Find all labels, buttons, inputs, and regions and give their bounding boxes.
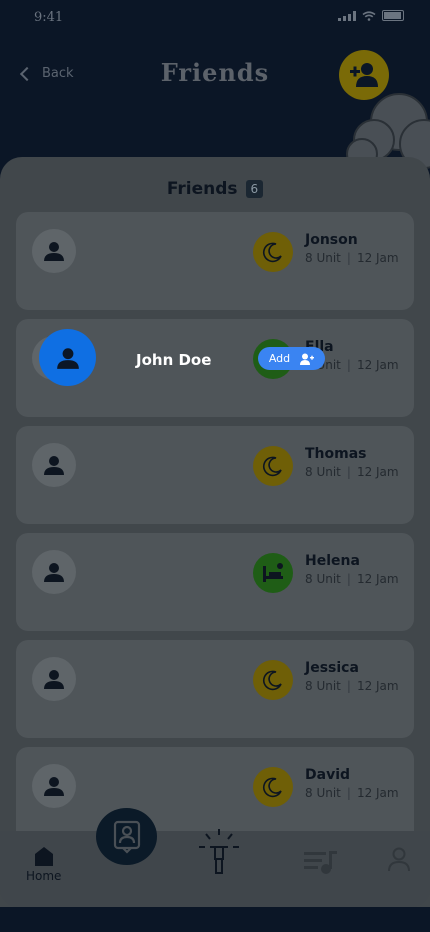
friend-card[interactable]: Thomas 8 Unit | 12 Jam — [16, 426, 414, 524]
friend-time: 12 Jam — [356, 786, 399, 800]
contact-card-icon — [113, 820, 140, 854]
friend-time: 12 Jam — [356, 465, 399, 479]
status-time: 9:41 — [34, 10, 64, 25]
meta-separator: | — [346, 572, 351, 586]
user-icon — [56, 347, 79, 369]
friend-card[interactable]: Jonson 8 Unit | 12 Jam — [16, 212, 414, 310]
user-icon — [44, 777, 64, 796]
friend-unit: 8 Unit — [305, 679, 341, 693]
moon-icon — [262, 242, 282, 263]
profile-icon — [388, 847, 410, 872]
home-indicator-area — [0, 907, 430, 932]
signal-icon — [338, 10, 356, 21]
friends-heading: Friends 6 — [0, 179, 430, 199]
friend-meta: 8 Unit | 12 Jam — [305, 465, 399, 479]
avatar — [32, 229, 76, 273]
lamp-icon — [199, 829, 239, 874]
bed-icon — [263, 563, 283, 582]
friend-meta: 8 Unit | 12 Jam — [305, 786, 399, 800]
suggested-user-name: John Doe — [136, 351, 212, 369]
friend-time: 12 Jam — [356, 251, 399, 265]
friend-time: 12 Jam — [356, 572, 399, 586]
friend-unit: 8 Unit — [305, 465, 341, 479]
battery-icon — [382, 10, 404, 21]
friends-count-badge: 6 — [245, 180, 264, 198]
friend-name: Jessica — [305, 660, 359, 676]
sleep-status — [253, 767, 293, 807]
bottom-nav: Home — [0, 829, 430, 907]
add-user-icon — [350, 63, 378, 87]
sleep-status — [253, 446, 293, 486]
friend-name: Jonson — [305, 232, 358, 248]
friend-meta: 8 Unit | 12 Jam — [305, 679, 399, 693]
nav-home-label: Home — [26, 869, 62, 883]
playlist-icon — [304, 851, 337, 874]
friends-section-title: Friends — [166, 179, 238, 199]
friend-unit: 8 Unit — [305, 786, 341, 800]
avatar — [32, 764, 76, 808]
friend-card[interactable]: Helena 8 Unit | 12 Jam — [16, 533, 414, 631]
nav-center-button[interactable] — [96, 808, 157, 865]
friend-name: David — [305, 767, 351, 783]
avatar — [32, 657, 76, 701]
friend-card[interactable]: Jessica 8 Unit | 12 Jam — [16, 640, 414, 738]
status-icons — [338, 10, 404, 21]
user-icon — [44, 563, 64, 582]
nav-profile[interactable] — [387, 847, 411, 873]
meta-separator: | — [346, 679, 351, 693]
status-bar: 9:41 — [0, 0, 430, 36]
sleep-status — [253, 232, 293, 272]
friend-name: Helena — [305, 553, 360, 569]
meta-separator: | — [346, 251, 351, 265]
friend-name: Thomas — [305, 446, 367, 462]
add-user-icon — [300, 353, 315, 365]
moon-icon — [262, 670, 282, 691]
nav-playlist[interactable] — [302, 849, 338, 875]
wifi-icon — [362, 10, 376, 21]
meta-separator: | — [346, 358, 351, 372]
friend-time: 12 Jam — [356, 358, 399, 372]
avatar — [32, 443, 76, 487]
moon-icon — [262, 777, 282, 798]
meta-separator: | — [346, 786, 351, 800]
suggested-user-avatar[interactable] — [39, 329, 96, 386]
add-button-label: Add — [268, 352, 291, 365]
nav-home[interactable]: Home — [26, 845, 61, 883]
friend-unit: 8 Unit — [305, 251, 341, 265]
friend-meta: 8 Unit | 12 Jam — [305, 572, 399, 586]
friends-panel: Friends 6 Jonson 8 Unit | 12 Jam Ella 8 … — [0, 157, 430, 932]
moon-icon — [262, 456, 282, 477]
meta-separator: | — [346, 465, 351, 479]
sleep-status — [253, 553, 293, 593]
friend-time: 12 Jam — [356, 679, 399, 693]
sleep-status — [253, 660, 293, 700]
user-icon — [44, 670, 64, 689]
home-icon — [34, 847, 53, 866]
friend-unit: 8 Unit — [305, 572, 341, 586]
nav-lamp[interactable] — [196, 827, 242, 879]
add-button[interactable]: Add — [258, 347, 325, 370]
friend-meta: 8 Unit | 12 Jam — [305, 251, 399, 265]
user-icon — [44, 242, 64, 261]
user-icon — [44, 456, 64, 475]
avatar — [32, 550, 76, 594]
